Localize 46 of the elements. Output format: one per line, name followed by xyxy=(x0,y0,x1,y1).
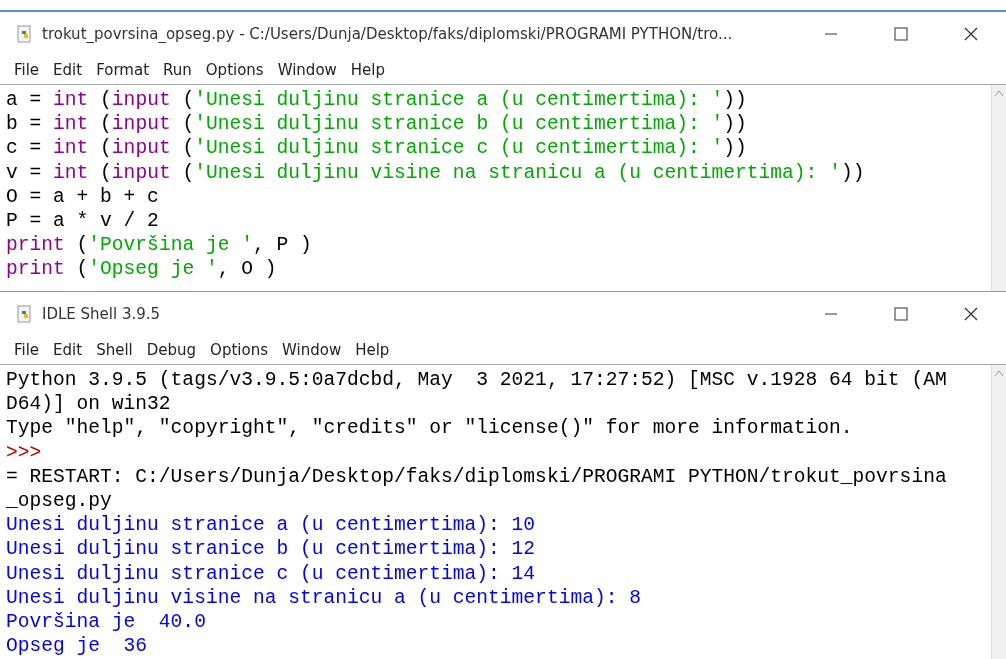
close-icon xyxy=(963,306,979,322)
scrollbar[interactable] xyxy=(991,365,1006,659)
code-line: v = int (input ('Unesi duljinu visine na stranicu a (u centimertima): ')) xyxy=(6,160,866,185)
code-line: c = int (input ('Unesi duljinu stranice c (u centimertima): ')) xyxy=(6,136,748,161)
shell-line: D64)] on win32 xyxy=(6,392,172,417)
code-line: print ('Površina je ', P ) xyxy=(6,233,313,258)
menu-item[interactable]: Run xyxy=(157,59,198,81)
menu-item[interactable]: Edit xyxy=(47,59,89,81)
menu-item[interactable]: Help xyxy=(344,59,392,81)
menu-item[interactable]: Window xyxy=(276,339,348,361)
menu-item[interactable]: Edit xyxy=(47,339,89,361)
scroll-up-icon[interactable] xyxy=(995,371,1003,376)
code-line: P = a * v / 2 xyxy=(6,209,160,234)
menu-item[interactable]: Help xyxy=(349,339,396,361)
window-title: trokut_povrsina_opseg.py - C:/Users/Dunja/Desktop/faks/diplomski/PROGRAMI PYTHON/tro... xyxy=(42,25,734,43)
shell-line: _opseg.py xyxy=(6,489,113,514)
menu-item[interactable]: Options xyxy=(204,339,274,361)
code-line: b = int (input ('Unesi duljinu stranice b (u centimertima): ')) xyxy=(6,112,748,137)
shell-line: Opseg je 36 xyxy=(6,634,149,659)
menu-item[interactable]: Format xyxy=(90,59,156,81)
close-icon xyxy=(963,26,979,42)
shell-line: Unesi duljinu visine na stranicu a (u centimertima): 8 xyxy=(6,585,642,611)
shell-line: Površina je 40.0 xyxy=(6,610,207,635)
maximize-icon xyxy=(894,307,908,321)
menu-item[interactable]: Options xyxy=(199,59,270,81)
scroll-up-icon[interactable] xyxy=(995,91,1003,96)
shell-line: Unesi duljinu stranice a (u centimertima): 10 xyxy=(6,513,537,538)
menu-item[interactable]: File xyxy=(8,339,46,361)
menu-item[interactable]: File xyxy=(8,59,46,81)
menu-item[interactable]: Window xyxy=(271,59,343,81)
code-line: a = int (input ('Unesi duljinu stranice a (u centimertima): ')) xyxy=(6,88,748,113)
scrollbar[interactable] xyxy=(991,85,1006,291)
shell-line: Python 3.9.5 (tags/v3.9.5:0a7dcbd, May 3 2021, 17:27:52) [MSC v.1928 64 bit (AM xyxy=(6,368,948,393)
shell-line: Type "help", "copyright", "credits" or "license()" for more information. xyxy=(6,416,854,441)
code-line: O = a + b + c xyxy=(6,184,160,209)
menu-item[interactable]: Debug xyxy=(140,339,203,361)
python-file-icon xyxy=(16,305,34,323)
maximize-icon xyxy=(894,27,908,41)
window-title: IDLE Shell 3.9.5 xyxy=(42,305,162,323)
shell-prompt: >>> xyxy=(6,440,43,465)
menu-item[interactable]: Shell xyxy=(90,339,139,361)
shell-line: = RESTART: C:/Users/Dunja/Desktop/faks/diplomski/PROGRAMI PYTHON/trokut_povrsina xyxy=(6,464,948,489)
shell-line: Unesi duljinu stranice c (u centimertima): 14 xyxy=(6,561,537,586)
shell-line: Unesi duljinu stranice b (u centimertima): 12 xyxy=(6,537,537,562)
python-file-icon xyxy=(16,25,34,43)
code-line: print ('Opseg je ', O ) xyxy=(6,257,278,282)
